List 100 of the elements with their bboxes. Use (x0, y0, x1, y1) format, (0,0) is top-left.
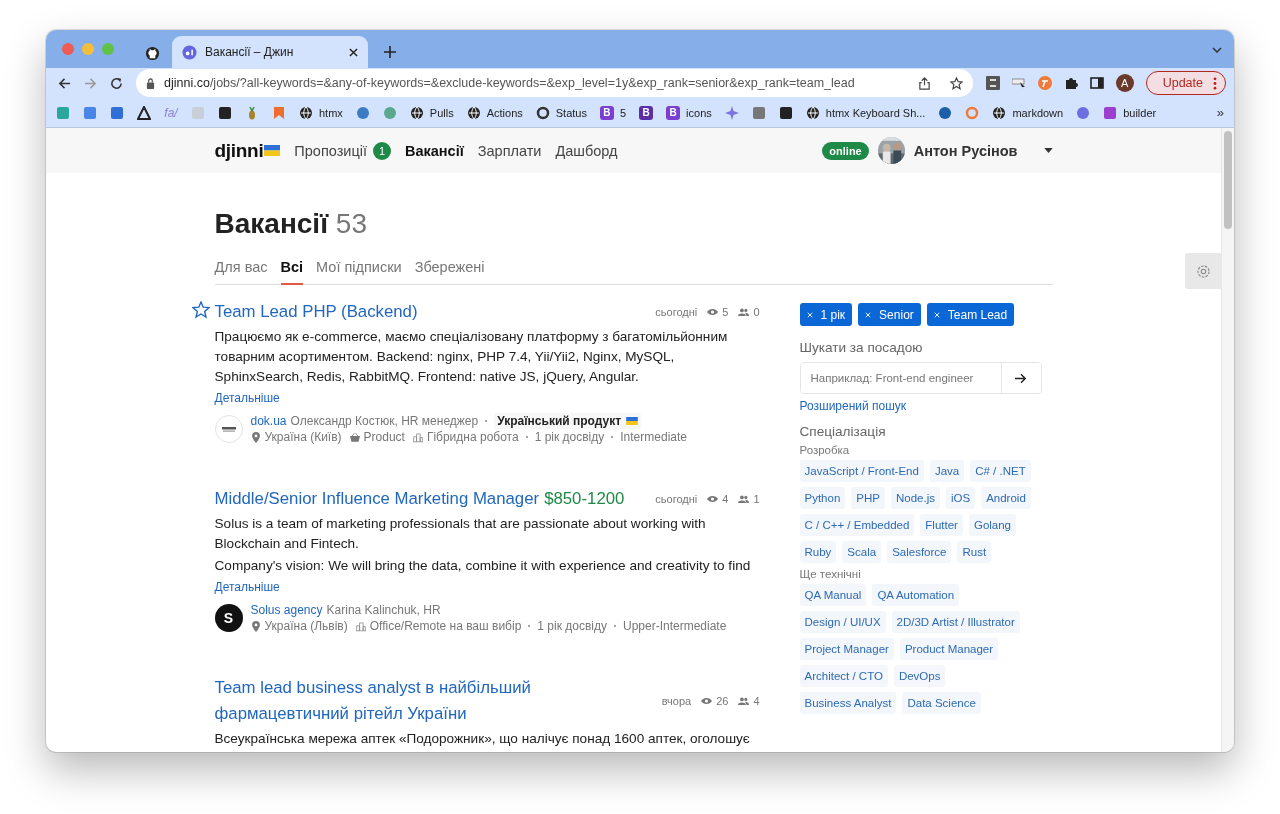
bookmark-item[interactable] (218, 105, 232, 120)
bookmark-item[interactable] (778, 105, 793, 120)
specialization-tag[interactable]: Node.js (890, 487, 940, 509)
chevron-down-icon[interactable] (1212, 47, 1222, 53)
scrollbar[interactable] (1221, 128, 1234, 752)
side-panel-icon[interactable] (1089, 76, 1104, 90)
job-location: Україна (Київ) (264, 429, 342, 445)
filter-chip[interactable]: Senior (858, 303, 921, 326)
square-logo-icon (56, 105, 70, 120)
reload-icon[interactable] (110, 76, 123, 90)
update-button[interactable]: Update (1145, 71, 1226, 95)
bookmark-item[interactable]: Status (535, 105, 587, 120)
specialization-tag[interactable]: Project Manager (799, 638, 894, 660)
site-logo[interactable]: djinni (214, 139, 264, 162)
specialization-tag[interactable]: PHP (851, 487, 885, 509)
more-bookmarks-button[interactable]: » (1216, 105, 1224, 120)
specialization-tag[interactable]: Business Analyst (799, 692, 897, 714)
company-link[interactable]: dok.ua (250, 413, 287, 429)
remove-icon[interactable] (806, 311, 813, 318)
filter-chip[interactable]: 1 рік (799, 303, 853, 326)
bookmark-item[interactable]: B icons (666, 105, 712, 120)
specialization-tag[interactable]: Golang (968, 514, 1017, 536)
specialization-tag[interactable]: Scala (842, 541, 882, 563)
caret-icon[interactable] (1043, 148, 1053, 153)
circle-logo-icon[interactable] (1037, 76, 1052, 90)
bookmark-item[interactable]: htmx (299, 105, 343, 120)
remove-icon[interactable] (865, 311, 872, 318)
bookmark-item[interactable] (137, 105, 151, 120)
specialization-tag[interactable]: iOS (945, 487, 976, 509)
star-icon[interactable] (191, 301, 210, 319)
bookmark-item[interactable]: fa/ (164, 105, 178, 120)
back-arrow-icon[interactable] (58, 76, 71, 90)
share-icon[interactable] (917, 76, 931, 90)
details-link[interactable]: Детальніше (214, 388, 760, 408)
arrow-right-icon[interactable] (1015, 372, 1027, 384)
star-icon[interactable] (949, 76, 963, 90)
bookmark-item[interactable]: B 5 (599, 105, 627, 120)
job-title-link[interactable]: Middle/Senior Influence Marketing Manager (214, 486, 540, 512)
cursor-icon[interactable] (1011, 76, 1026, 90)
job-title-link[interactable]: Team Lead PHP (Backend) (214, 299, 418, 325)
settings-icon[interactable] (1195, 262, 1212, 280)
page-title: Вакансії (214, 208, 329, 239)
filter-chip[interactable]: Team Lead (926, 303, 1015, 326)
job-detail: Intermediate (620, 429, 687, 445)
search-field[interactable]: Наприклад: Front-end engineer (799, 362, 1042, 394)
bookmark-item[interactable]: B (639, 105, 654, 120)
nav-link[interactable]: Пропозиції 1 (294, 141, 391, 160)
job-title-link[interactable]: Team lead business analyst в найбільший фармацевтичний рітейл України (214, 675, 654, 727)
specialization-tag[interactable]: QA Automation (872, 584, 960, 606)
bookmark-item[interactable]: Actions (466, 105, 523, 120)
tab[interactable]: Збережені (414, 259, 485, 285)
specialization-tag[interactable]: Salesforce (887, 541, 952, 563)
company-link[interactable]: Solus agency (250, 602, 323, 618)
specialization-tag[interactable]: C# / .NET (970, 460, 1031, 482)
specialization-tag[interactable]: Data Science (902, 692, 981, 714)
bookmark-item[interactable]: builder (1103, 105, 1157, 120)
new-tab-icon[interactable] (384, 46, 396, 58)
advanced-search-link[interactable]: Розширений пошук (799, 399, 1042, 413)
nav-link[interactable]: Вакансії (404, 141, 464, 160)
count-badge: 1 (372, 141, 391, 160)
puzzle-icon[interactable] (1063, 76, 1078, 90)
letter-logo-icon: B (599, 105, 614, 120)
specialization-tag[interactable]: Java (929, 460, 965, 482)
specialization-tag[interactable]: DevOps (893, 665, 946, 687)
specialization-tag[interactable]: Design / UI/UX (799, 611, 886, 633)
post-date: сьогодні (655, 493, 698, 505)
flag-icon (264, 145, 281, 156)
specialization-tag[interactable]: JavaScript / Front-End (799, 460, 924, 482)
specialization-tag[interactable]: Architect / CTO (799, 665, 888, 687)
bookmark-item[interactable]: Pulls (409, 105, 454, 120)
status-badge: online (822, 141, 869, 160)
specialization-tag[interactable]: Ruby (799, 541, 837, 563)
job-domain: Product (363, 429, 405, 445)
specialization-tag[interactable]: Android (981, 487, 1031, 509)
more-icon[interactable] (1213, 76, 1217, 90)
applicant-count: 4 (753, 695, 760, 707)
tab[interactable]: Для вас (214, 259, 268, 285)
specialization-tag[interactable]: Product Manager (899, 638, 999, 660)
specialization-tag[interactable]: Flutter (920, 514, 963, 536)
close-icon[interactable] (349, 47, 358, 57)
nav-link[interactable]: Дашборд (555, 141, 618, 160)
bookmark-item[interactable]: markdown (992, 105, 1064, 120)
remove-icon[interactable] (933, 311, 940, 318)
profile-avatar[interactable]: A (1115, 74, 1134, 92)
tab[interactable]: Мої підписки (316, 259, 402, 285)
recruiter-name: Karina Kalinchuk, HR (326, 602, 441, 618)
specialization-tag[interactable]: QA Manual (799, 584, 867, 606)
details-link[interactable]: Детальніше (214, 577, 760, 597)
nav-link[interactable]: Зарплати (477, 141, 542, 160)
specialization-tag[interactable]: Python (799, 487, 846, 509)
specialization-tag[interactable]: 2D/3D Artist / Illustrator (891, 611, 1020, 633)
specialization-tag[interactable]: Rust (957, 541, 992, 563)
square-logo-icon[interactable] (985, 76, 1000, 90)
browser-tab[interactable]: Вакансії – Джин (172, 36, 368, 68)
tab[interactable]: Всі (280, 259, 304, 285)
specialization-tag[interactable]: C / C++ / Embedded (799, 514, 915, 536)
user-name[interactable]: Антон Русінов (913, 142, 1018, 159)
bookmark-item[interactable]: htmx Keyboard Sh... (805, 105, 926, 120)
address-bar[interactable]: djinni.co/jobs/?all-keywords=&any-of-keywords=&exclude-keywords=&exp_level=1y&exp_rank=senior&exp_rank=team_lead (136, 69, 973, 97)
globe-icon (299, 105, 313, 120)
